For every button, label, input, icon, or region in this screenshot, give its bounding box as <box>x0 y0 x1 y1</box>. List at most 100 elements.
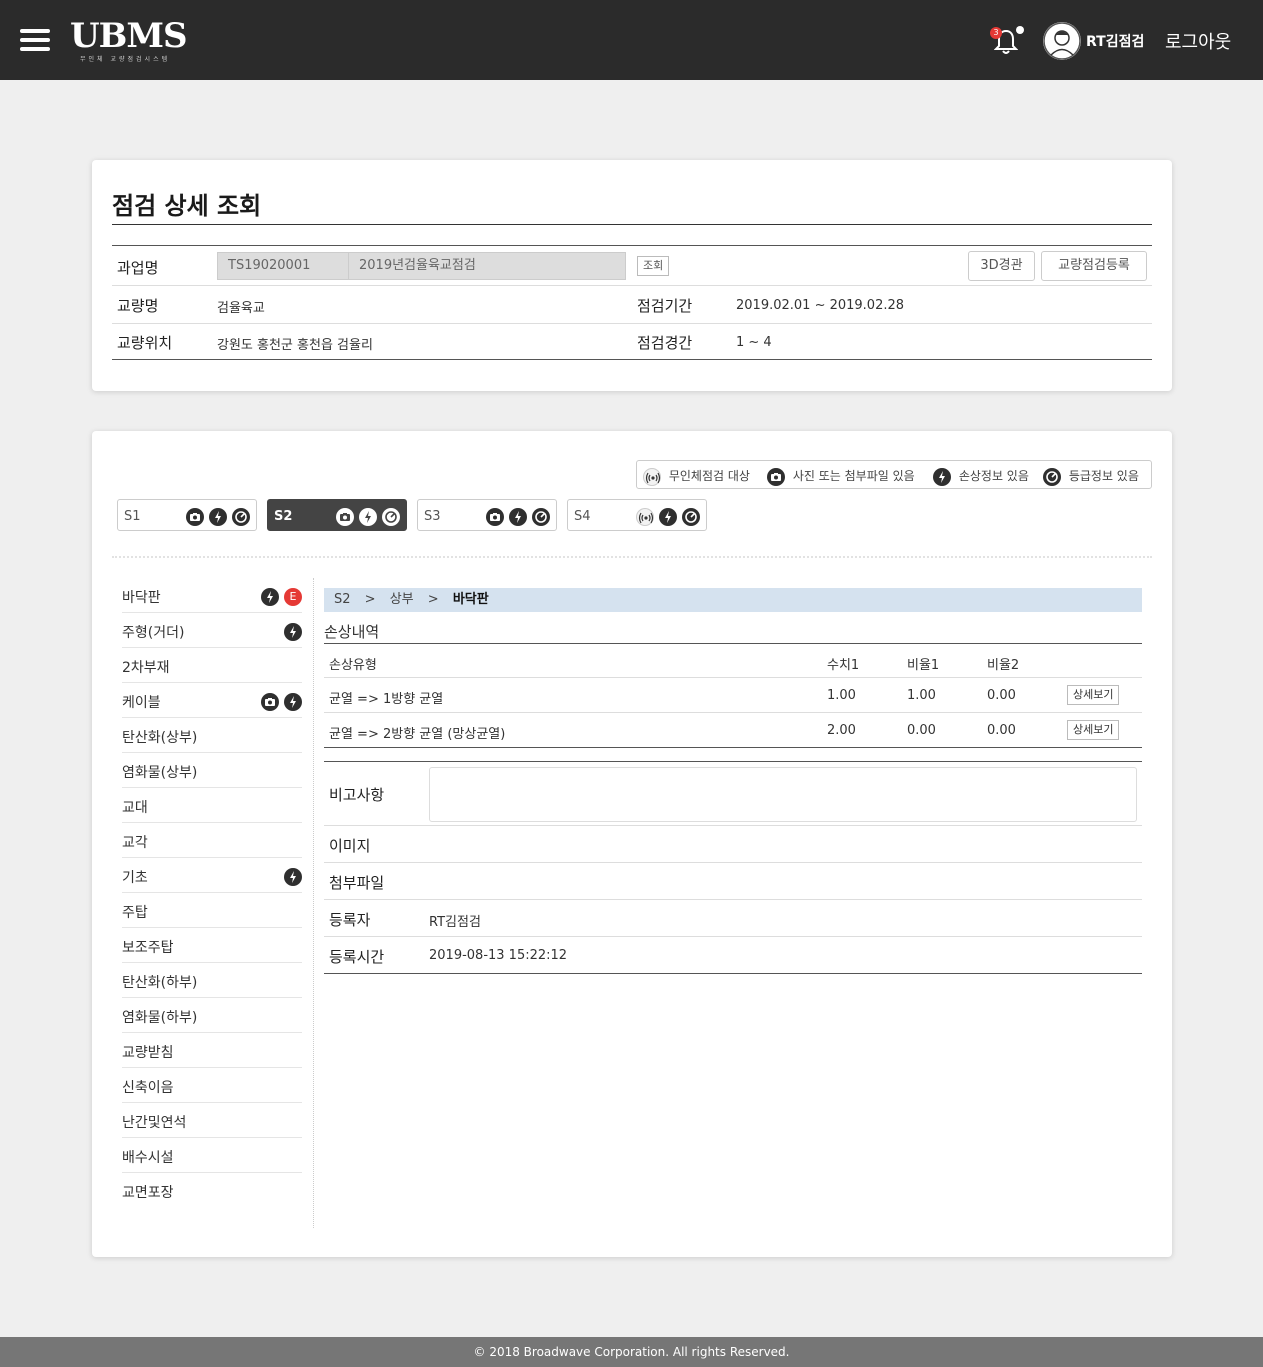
lightning-icon <box>284 622 302 641</box>
member-item[interactable]: 주형(거더) <box>122 613 302 648</box>
member-item[interactable]: 보조주탑 <box>122 928 302 963</box>
member-label: 신축이음 <box>122 1080 174 1096</box>
member-item[interactable]: 탄산화(상부) <box>122 718 302 753</box>
span-label: 점검경간 <box>637 334 693 352</box>
member-label: 교대 <box>122 800 148 816</box>
gauge-icon <box>382 507 400 526</box>
span-tab-s4[interactable]: S4 <box>567 499 707 531</box>
member-item[interactable]: 교각 <box>122 823 302 858</box>
member-item[interactable]: 염화물(상부) <box>122 753 302 788</box>
gauge-icon <box>682 507 700 526</box>
member-item[interactable]: 2차부재 <box>122 648 302 683</box>
member-label: 주탑 <box>122 905 148 921</box>
registered-time-row: 등록시간 2019-08-13 15:22:12 <box>324 937 1142 974</box>
lookup-button[interactable]: 조회 <box>637 256 670 276</box>
member-label: 염화물(상부) <box>122 765 198 781</box>
period-value: 2019.02.01 ~ 2019.02.28 <box>736 298 905 313</box>
detail-view-button[interactable]: 상세보기 <box>1067 685 1120 705</box>
span-tab-label: S1 <box>124 509 141 524</box>
section-divider <box>112 556 1152 558</box>
span-detail-card: 무인체점검 대상 사진 또는 첨부파일 있음 손상정보 있음 등급정보 있음 S… <box>92 431 1172 1257</box>
member-item[interactable]: 바닥판 E <box>122 578 302 613</box>
damage-section-title: 손상내역 <box>324 623 380 641</box>
footer: © 2018 Broadwave Corporation. All rights… <box>0 1337 1263 1367</box>
registered-time-label: 등록시간 <box>329 948 385 966</box>
legend-photo-label: 사진 또는 첨부파일 있음 <box>792 469 915 483</box>
info-row-bridge: 교량명 검율육교 점검기간 2019.02.01 ~ 2019.02.28 <box>112 286 1152 324</box>
damage-table-header: 손상유형 수치1 비율1 비율2 <box>324 643 1142 678</box>
attachment-label: 첨부파일 <box>329 874 385 892</box>
drone-icon <box>636 507 654 526</box>
bridge-value: 검율육교 <box>217 301 265 316</box>
register-inspection-button[interactable]: 교량점검등록 <box>1041 251 1147 281</box>
member-item[interactable]: 탄산화(하부) <box>122 963 302 998</box>
location-value: 강원도 홍천군 홍천읍 검율리 <box>217 338 373 353</box>
legend-photo: 사진 또는 첨부파일 있음 <box>767 467 915 486</box>
span-tab-s1[interactable]: S1 <box>117 499 257 531</box>
member-label: 염화물(하부) <box>122 1010 198 1026</box>
damage-type: 균열 => 1방향 균열 <box>329 692 444 707</box>
grade-badge: E <box>284 587 302 606</box>
member-item[interactable]: 교면포장 <box>122 1173 302 1208</box>
bridge-label: 교량명 <box>117 297 159 315</box>
member-item[interactable]: 난간및연석 <box>122 1103 302 1138</box>
top-bar: UBMS 무인체 교량점검시스템 3 RT김점검 로그아웃 <box>0 0 1263 80</box>
info-row-project: 과업명 TS19020001 2019년검율육교점검 조회 3D경관 교량점검등… <box>112 245 1152 286</box>
header-type: 손상유형 <box>329 658 377 673</box>
span-tab-s3[interactable]: S3 <box>417 499 557 531</box>
detail-view-button[interactable]: 상세보기 <box>1067 720 1120 740</box>
member-item[interactable]: 배수시설 <box>122 1138 302 1173</box>
breadcrumb-member: 바닥판 <box>452 592 489 607</box>
logo[interactable]: UBMS 무인체 교량점검시스템 <box>70 14 212 66</box>
project-name-field[interactable]: 2019년검율육교점검 <box>348 252 626 280</box>
member-label: 교량받침 <box>122 1045 174 1061</box>
registrant-value: RT김점검 <box>429 915 481 930</box>
info-row-location: 교량위치 강원도 홍천군 홍천읍 검율리 점검경간 1 ~ 4 <box>112 324 1152 360</box>
lightning-icon <box>261 587 279 606</box>
breadcrumb-separator: > <box>427 592 439 607</box>
member-item[interactable]: 기초 <box>122 858 302 893</box>
registrant-row: 등록자 RT김점검 <box>324 900 1142 937</box>
member-label: 배수시설 <box>122 1150 174 1166</box>
member-item[interactable]: 교량받침 <box>122 1033 302 1068</box>
member-item[interactable]: 염화물(하부) <box>122 998 302 1033</box>
breadcrumb-span[interactable]: S2 <box>334 592 351 607</box>
legend-drone-label: 무인체점검 대상 <box>668 469 750 483</box>
legend-grade: 등급정보 있음 <box>1043 467 1139 486</box>
legend-damage: 손상정보 있음 <box>933 467 1029 486</box>
member-item[interactable]: 케이블 <box>122 683 302 718</box>
legend-damage-label: 손상정보 있음 <box>958 469 1029 483</box>
breadcrumb: S2 > 상부 > 바닥판 <box>324 588 1142 612</box>
member-item[interactable]: 교대 <box>122 788 302 823</box>
remark-label: 비고사항 <box>329 786 385 804</box>
member-label: 교각 <box>122 835 148 851</box>
logo-subtitle: 무인체 교량점검시스템 <box>80 56 171 63</box>
breadcrumb-part[interactable]: 상부 <box>390 592 414 607</box>
menu-icon[interactable] <box>20 29 50 51</box>
damage-value1: 1.00 <box>827 688 856 703</box>
member-item[interactable]: 신축이음 <box>122 1068 302 1103</box>
table-row: 균열 => 2방향 균열 (망상균열) 2.00 0.00 0.00 상세보기 <box>324 713 1142 748</box>
lightning-icon <box>659 507 677 526</box>
remark-textarea[interactable] <box>429 767 1137 822</box>
damage-ratio2: 0.00 <box>987 688 1016 703</box>
3d-view-button[interactable]: 3D경관 <box>968 251 1035 281</box>
username: RT김점검 <box>1086 34 1145 50</box>
camera-icon <box>186 507 204 526</box>
camera-icon <box>336 507 354 526</box>
lightning-icon <box>933 467 951 486</box>
project-code-field[interactable]: TS19020001 <box>217 252 349 280</box>
gauge-icon <box>1043 467 1061 486</box>
avatar[interactable] <box>1043 22 1081 60</box>
member-label: 기초 <box>122 870 148 886</box>
image-row: 이미지 <box>324 826 1142 863</box>
header-value1: 수치1 <box>827 658 860 673</box>
logout-button[interactable]: 로그아웃 <box>1165 28 1231 54</box>
title-divider <box>112 224 1152 225</box>
table-row: 균열 => 1방향 균열 1.00 1.00 0.00 상세보기 <box>324 678 1142 713</box>
member-label: 탄산화(하부) <box>122 975 198 991</box>
legend: 무인체점검 대상 사진 또는 첨부파일 있음 손상정보 있음 등급정보 있음 <box>636 460 1152 489</box>
attachment-row: 첨부파일 <box>324 863 1142 900</box>
span-tab-s2[interactable]: S2 <box>267 499 407 531</box>
member-item[interactable]: 주탑 <box>122 893 302 928</box>
